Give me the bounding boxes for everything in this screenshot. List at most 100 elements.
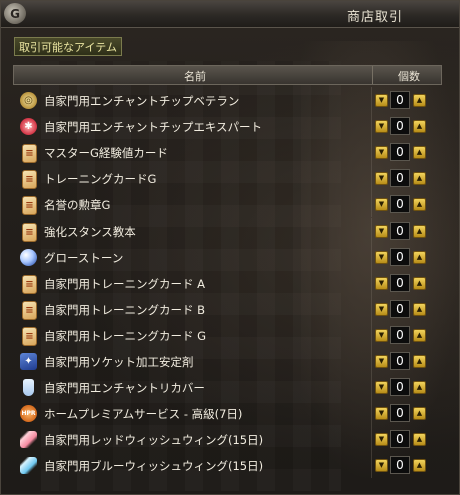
quantity-field[interactable]: 0 [390, 300, 410, 318]
increase-quantity-button[interactable]: ▲ [413, 355, 426, 368]
quantity-field[interactable]: 0 [390, 248, 410, 266]
window-title: 商店取引 [347, 10, 404, 25]
quantity-field[interactable]: 0 [390, 117, 410, 135]
decrease-quantity-button[interactable]: ▼ [375, 433, 388, 446]
column-header-quantity: 個数 [398, 70, 420, 83]
decrease-quantity-button[interactable]: ▼ [375, 225, 388, 238]
red-wing-icon [20, 431, 37, 448]
card-icon: ≡ [22, 327, 37, 346]
quantity-field[interactable]: 0 [390, 222, 410, 240]
increase-quantity-button[interactable]: ▲ [413, 120, 426, 133]
title-bar[interactable]: G 商店取引 [1, 1, 459, 28]
item-name: 自家門用トレーニングカード A [44, 277, 206, 291]
quantity-field[interactable]: 0 [390, 378, 410, 396]
quantity-field[interactable]: 0 [390, 326, 410, 344]
column-divider [371, 374, 372, 400]
increase-quantity-button[interactable]: ▲ [413, 198, 426, 211]
socket-icon: ✦ [20, 353, 37, 370]
item-row[interactable]: ≡ トレーニングカードG ▼ 0 ▲ [13, 165, 441, 191]
increase-quantity-button[interactable]: ▲ [413, 277, 426, 290]
item-row[interactable]: ≡ 名誉の勲章G ▼ 0 ▲ [13, 191, 441, 217]
item-name: 自家門用ブルーウィッシュウィング(15日) [44, 459, 264, 473]
item-row[interactable]: ◎ 自家門用エンチャントチップベテラン ▼ 0 ▲ [13, 87, 441, 113]
column-divider [371, 191, 372, 217]
increase-quantity-button[interactable]: ▲ [413, 433, 426, 446]
decrease-quantity-button[interactable]: ▼ [375, 459, 388, 472]
item-row[interactable]: ≡ 強化スタンス教本 ▼ 0 ▲ [13, 218, 441, 244]
increase-quantity-button[interactable]: ▲ [413, 94, 426, 107]
card-icon: ≡ [22, 144, 37, 163]
tradable-items-tab[interactable]: 取引可能なアイテム [14, 37, 122, 56]
decrease-quantity-button[interactable]: ▼ [375, 198, 388, 211]
column-divider [371, 452, 372, 478]
stone-icon [20, 249, 37, 266]
decrease-quantity-button[interactable]: ▼ [375, 329, 388, 342]
item-name: 強化スタンス教本 [44, 225, 136, 239]
increase-quantity-button[interactable]: ▲ [413, 172, 426, 185]
decrease-quantity-button[interactable]: ▼ [375, 120, 388, 133]
item-row[interactable]: グローストーン ▼ 0 ▲ [13, 244, 441, 270]
decrease-quantity-button[interactable]: ▼ [375, 251, 388, 264]
column-divider [371, 322, 372, 348]
increase-quantity-button[interactable]: ▲ [413, 251, 426, 264]
item-row[interactable]: ≡ 自家門用トレーニングカード A ▼ 0 ▲ [13, 270, 441, 296]
increase-quantity-button[interactable]: ▲ [413, 407, 426, 420]
column-divider [371, 244, 372, 270]
item-name: ホームプレミアムサービス - 高級(7日) [44, 407, 243, 421]
column-header-name: 名前 [184, 70, 206, 83]
quantity-field[interactable]: 0 [390, 456, 410, 474]
item-row[interactable]: 自家門用エンチャントリカバー ▼ 0 ▲ [13, 374, 441, 400]
quantity-field[interactable]: 0 [390, 274, 410, 292]
red-medal-icon: ✱ [20, 118, 37, 135]
increase-quantity-button[interactable]: ▲ [413, 146, 426, 159]
item-name: 自家門用エンチャントチップエキスパート [44, 120, 263, 134]
column-divider [371, 348, 372, 374]
decrease-quantity-button[interactable]: ▼ [375, 277, 388, 290]
blue-wing-icon [20, 457, 37, 474]
item-name: 自家門用レッドウィッシュウィング(15日) [44, 433, 264, 447]
card-icon: ≡ [22, 196, 37, 215]
item-name: 自家門用トレーニングカード G [44, 329, 207, 343]
quantity-field[interactable]: 0 [390, 352, 410, 370]
decrease-quantity-button[interactable]: ▼ [375, 303, 388, 316]
column-divider [371, 165, 372, 191]
item-name: マスターG経験値カード [44, 146, 168, 160]
quantity-field[interactable]: 0 [390, 143, 410, 161]
item-name: 自家門用エンチャントリカバー [44, 381, 205, 395]
item-name: 自家門用エンチャントチップベテラン [44, 94, 240, 108]
item-row[interactable]: ✦ 自家門用ソケット加工安定剤 ▼ 0 ▲ [13, 348, 441, 374]
quantity-field[interactable]: 0 [390, 430, 410, 448]
decrease-quantity-button[interactable]: ▼ [375, 94, 388, 107]
item-row[interactable]: ≡ マスターG経験値カード ▼ 0 ▲ [13, 139, 441, 165]
column-divider [371, 400, 372, 426]
item-name: 自家門用ソケット加工安定剤 [44, 355, 194, 369]
column-divider [371, 218, 372, 244]
increase-quantity-button[interactable]: ▲ [413, 303, 426, 316]
decrease-quantity-button[interactable]: ▼ [375, 407, 388, 420]
game-logo-icon: G [4, 3, 26, 24]
item-list: ◎ 自家門用エンチャントチップベテラン ▼ 0 ▲ ✱ 自家門用エンチャントチップエキスパー… [13, 87, 441, 492]
item-row[interactable]: ≡ 自家門用トレーニングカード G ▼ 0 ▲ [13, 322, 441, 348]
decrease-quantity-button[interactable]: ▼ [375, 381, 388, 394]
decrease-quantity-button[interactable]: ▼ [375, 172, 388, 185]
increase-quantity-button[interactable]: ▲ [413, 329, 426, 342]
decrease-quantity-button[interactable]: ▼ [375, 146, 388, 159]
item-row[interactable]: 自家門用ブルーウィッシュウィング(15日) ▼ 0 ▲ [13, 452, 441, 478]
quantity-field[interactable]: 0 [390, 404, 410, 422]
decrease-quantity-button[interactable]: ▼ [375, 355, 388, 368]
item-row[interactable]: HPR ホームプレミアムサービス - 高級(7日) ▼ 0 ▲ [13, 400, 441, 426]
increase-quantity-button[interactable]: ▲ [413, 381, 426, 394]
increase-quantity-button[interactable]: ▲ [413, 459, 426, 472]
item-row[interactable]: ≡ 自家門用トレーニングカード B ▼ 0 ▲ [13, 296, 441, 322]
quantity-field[interactable]: 0 [390, 195, 410, 213]
quantity-field[interactable]: 0 [390, 169, 410, 187]
column-divider [372, 66, 373, 84]
quantity-field[interactable]: 0 [390, 91, 410, 109]
column-divider [371, 270, 372, 296]
increase-quantity-button[interactable]: ▲ [413, 225, 426, 238]
card-icon: ≡ [22, 301, 37, 320]
item-row[interactable]: ✱ 自家門用エンチャントチップエキスパート ▼ 0 ▲ [13, 113, 441, 139]
item-row[interactable]: 自家門用レッドウィッシュウィング(15日) ▼ 0 ▲ [13, 426, 441, 452]
card-icon: ≡ [22, 275, 37, 294]
card-icon: ≡ [22, 170, 37, 189]
